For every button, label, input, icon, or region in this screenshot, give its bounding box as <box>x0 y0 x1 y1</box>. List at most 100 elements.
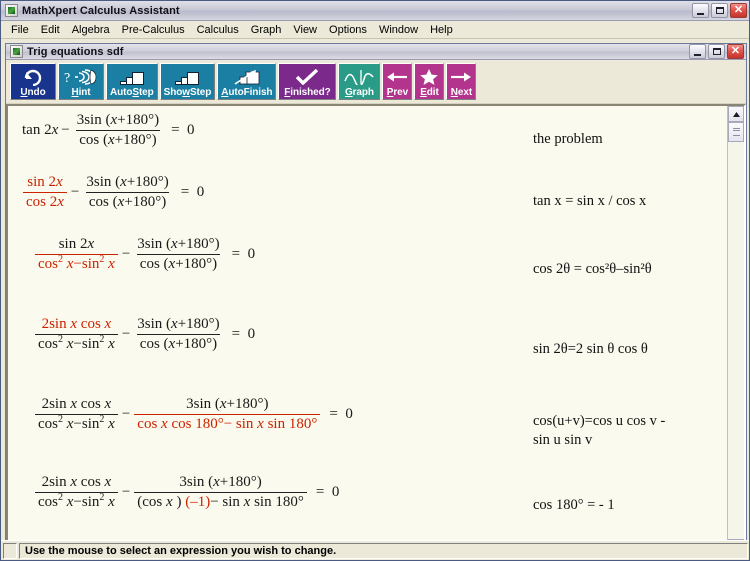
arrow-right-icon <box>450 66 472 88</box>
derivation-step[interactable]: sin 2x cos2 x−sin2 x − 3sin (x+180°) cos… <box>8 236 727 316</box>
hint-button[interactable]: ? Hint <box>58 63 104 100</box>
prev-button-label: Prev <box>386 87 409 98</box>
showstep-button-label: ShowStep <box>163 87 212 98</box>
graph-button[interactable]: Graph <box>338 63 381 100</box>
menu-file[interactable]: File <box>5 23 35 37</box>
statusbar-message: Use the mouse to select an expression yo… <box>25 544 337 557</box>
finished-button-label: Finished? <box>284 87 331 98</box>
statusbar-panel: Use the mouse to select an expression yo… <box>19 542 748 559</box>
content-area: tan 2x − 3sin (x+180°) cos (x+180°) = 0 t… <box>6 104 746 557</box>
graph-button-label: Graph <box>344 87 374 98</box>
autostep-button-label: AutoStep <box>110 87 154 98</box>
note-line: sin u sin v <box>533 432 593 448</box>
fraction-highlighted: sin 2x cos 2x <box>23 174 67 211</box>
fraction: 2sin x cos x cos2 x−sin2 x <box>35 474 118 511</box>
menu-edit[interactable]: Edit <box>35 23 66 37</box>
autostep-button[interactable]: AutoStep <box>106 63 158 100</box>
derivation-step[interactable]: tan 2x − 3sin (x+180°) cos (x+180°) = 0 t… <box>8 112 727 174</box>
close-icon: ✕ <box>733 4 744 16</box>
document-title: Trig equations sdf <box>27 45 124 58</box>
edit-button-label: Edit <box>420 87 439 98</box>
autofinish-button[interactable]: AutoFinish <box>217 63 277 100</box>
step-1-expression[interactable]: tan 2x − 3sin (x+180°) cos (x+180°) = 0 <box>8 112 195 149</box>
step-5-note: cos(u+v)=cos u cos v - sin u sin v <box>533 412 665 450</box>
hint-megaphone-icon: ? <box>64 66 98 88</box>
maximize-button[interactable] <box>711 3 728 18</box>
steps-arrow-icon <box>234 66 260 88</box>
menu-calculus[interactable]: Calculus <box>191 23 245 37</box>
close-button[interactable]: ✕ <box>730 3 747 18</box>
prev-button[interactable]: Prev <box>382 63 413 100</box>
derivation-step[interactable]: 2sin x cos x cos2 x−sin2 x − 3sin (x+180… <box>8 396 727 474</box>
undo-button-label: Undo <box>20 87 46 98</box>
fraction: 3sin (x+180°) (cos x ) (–1)− sin x sin 1… <box>134 474 307 511</box>
scroll-up-button[interactable] <box>728 106 744 122</box>
star-icon <box>419 66 439 88</box>
step-6-expression[interactable]: 2sin x cos x cos2 x−sin2 x − 3sin (x+180… <box>8 474 339 511</box>
step-1-note: the problem <box>533 130 603 149</box>
derivation-step[interactable]: sin 2x cos 2x − 3sin (x+180°) cos (x+180… <box>8 174 727 236</box>
step-2-note: tan x = sin x / cos x <box>533 192 646 211</box>
document-minimize-button[interactable] <box>689 44 706 59</box>
document-titlebar: Trig equations sdf ✕ <box>6 44 746 60</box>
menu-view[interactable]: View <box>287 23 323 37</box>
derivation-canvas[interactable]: tan 2x − 3sin (x+180°) cos (x+180°) = 0 t… <box>8 106 727 555</box>
step-3-note: cos 2θ = cos²θ–sin²θ <box>533 260 652 279</box>
step-3-expression[interactable]: sin 2x cos2 x−sin2 x − 3sin (x+180°) cos… <box>8 236 255 273</box>
autofinish-button-label: AutoFinish <box>221 87 273 98</box>
minimize-button[interactable] <box>692 3 709 18</box>
edit-button[interactable]: Edit <box>414 63 445 100</box>
menubar: File Edit Algebra Pre-Calculus Calculus … <box>1 21 749 39</box>
svg-text:?: ? <box>64 71 70 85</box>
note-line: tan x = sin x / cos x <box>533 193 647 209</box>
finished-button[interactable]: Finished? <box>278 63 337 100</box>
fraction: 3sin (x+180°) cos (x+180°) <box>85 174 170 210</box>
checkmark-icon <box>294 66 320 88</box>
showstep-button[interactable]: ShowStep <box>159 63 216 100</box>
menu-window[interactable]: Window <box>373 23 424 37</box>
fraction: 3sin (x+180°) cos (x+180°) <box>76 112 160 148</box>
document-close-icon: ✕ <box>730 45 741 57</box>
fraction: 2sin x cos x cos2 x−sin2 x <box>35 396 118 433</box>
document-window-controls: ✕ <box>689 44 744 59</box>
main-titlebar: MathXpert Calculus Assistant ✕ <box>1 1 749 21</box>
menu-help[interactable]: Help <box>424 23 459 37</box>
scrollbar-track[interactable] <box>728 122 744 539</box>
fraction-highlighted: sin 2x cos2 x−sin2 x <box>35 236 118 273</box>
application-window: MathXpert Calculus Assistant ✕ File Edit… <box>0 0 750 561</box>
fraction-highlighted: 3sin (x+180°) cos x cos 180°− sin x sin … <box>134 396 321 433</box>
menu-pre-calculus[interactable]: Pre-Calculus <box>116 23 191 37</box>
mathxpert-doc-icon <box>10 45 23 58</box>
fraction: 3sin (x+180°) cos (x+180°) <box>136 316 221 352</box>
document-maximize-button[interactable] <box>708 44 725 59</box>
undo-button[interactable]: Undo <box>10 63 56 100</box>
mathxpert-app-icon <box>5 4 18 17</box>
derivation-step[interactable]: 2sin x cos x cos2 x−sin2 x − 3sin (x+180… <box>8 316 727 396</box>
menu-graph[interactable]: Graph <box>245 23 288 37</box>
document-window: Trig equations sdf ✕ Undo ? Hint AutoSte… <box>5 43 747 558</box>
menu-options[interactable]: Options <box>323 23 373 37</box>
document-close-button[interactable]: ✕ <box>727 44 744 59</box>
note-line: the problem <box>533 131 603 147</box>
note-line: cos(u+v)=cos u cos v - <box>533 413 666 429</box>
step-4-note: sin 2θ=2 sin θ cos θ <box>533 340 648 359</box>
statusbar: Use the mouse to select an expression yo… <box>1 540 749 560</box>
next-button[interactable]: Next <box>446 63 477 100</box>
steps-icon <box>119 66 144 88</box>
step-6-note: cos 180° = - 1 <box>533 496 615 515</box>
undo-arrow-icon <box>23 66 43 88</box>
fraction: 3sin (x+180°) cos (x+180°) <box>136 236 221 272</box>
app-title: MathXpert Calculus Assistant <box>22 4 180 17</box>
fraction-highlighted: 2sin x cos x cos2 x−sin2 x <box>35 316 118 353</box>
scrollbar-thumb[interactable] <box>728 122 744 142</box>
main-window-controls: ✕ <box>692 3 747 18</box>
step-4-expression[interactable]: 2sin x cos x cos2 x−sin2 x − 3sin (x+180… <box>8 316 255 353</box>
vertical-scrollbar[interactable] <box>727 106 744 555</box>
toolbar: Undo ? Hint AutoStep ShowStep AutoFinish… <box>6 60 746 104</box>
menu-algebra[interactable]: Algebra <box>66 23 116 37</box>
step-2-expression[interactable]: sin 2x cos 2x − 3sin (x+180°) cos (x+180… <box>8 174 204 211</box>
step-5-expression[interactable]: 2sin x cos x cos2 x−sin2 x − 3sin (x+180… <box>8 396 353 433</box>
note-line: cos 2θ = cos²θ–sin²θ <box>533 261 652 277</box>
statusbar-grip <box>3 542 17 559</box>
hint-button-label: Hint <box>71 87 91 98</box>
